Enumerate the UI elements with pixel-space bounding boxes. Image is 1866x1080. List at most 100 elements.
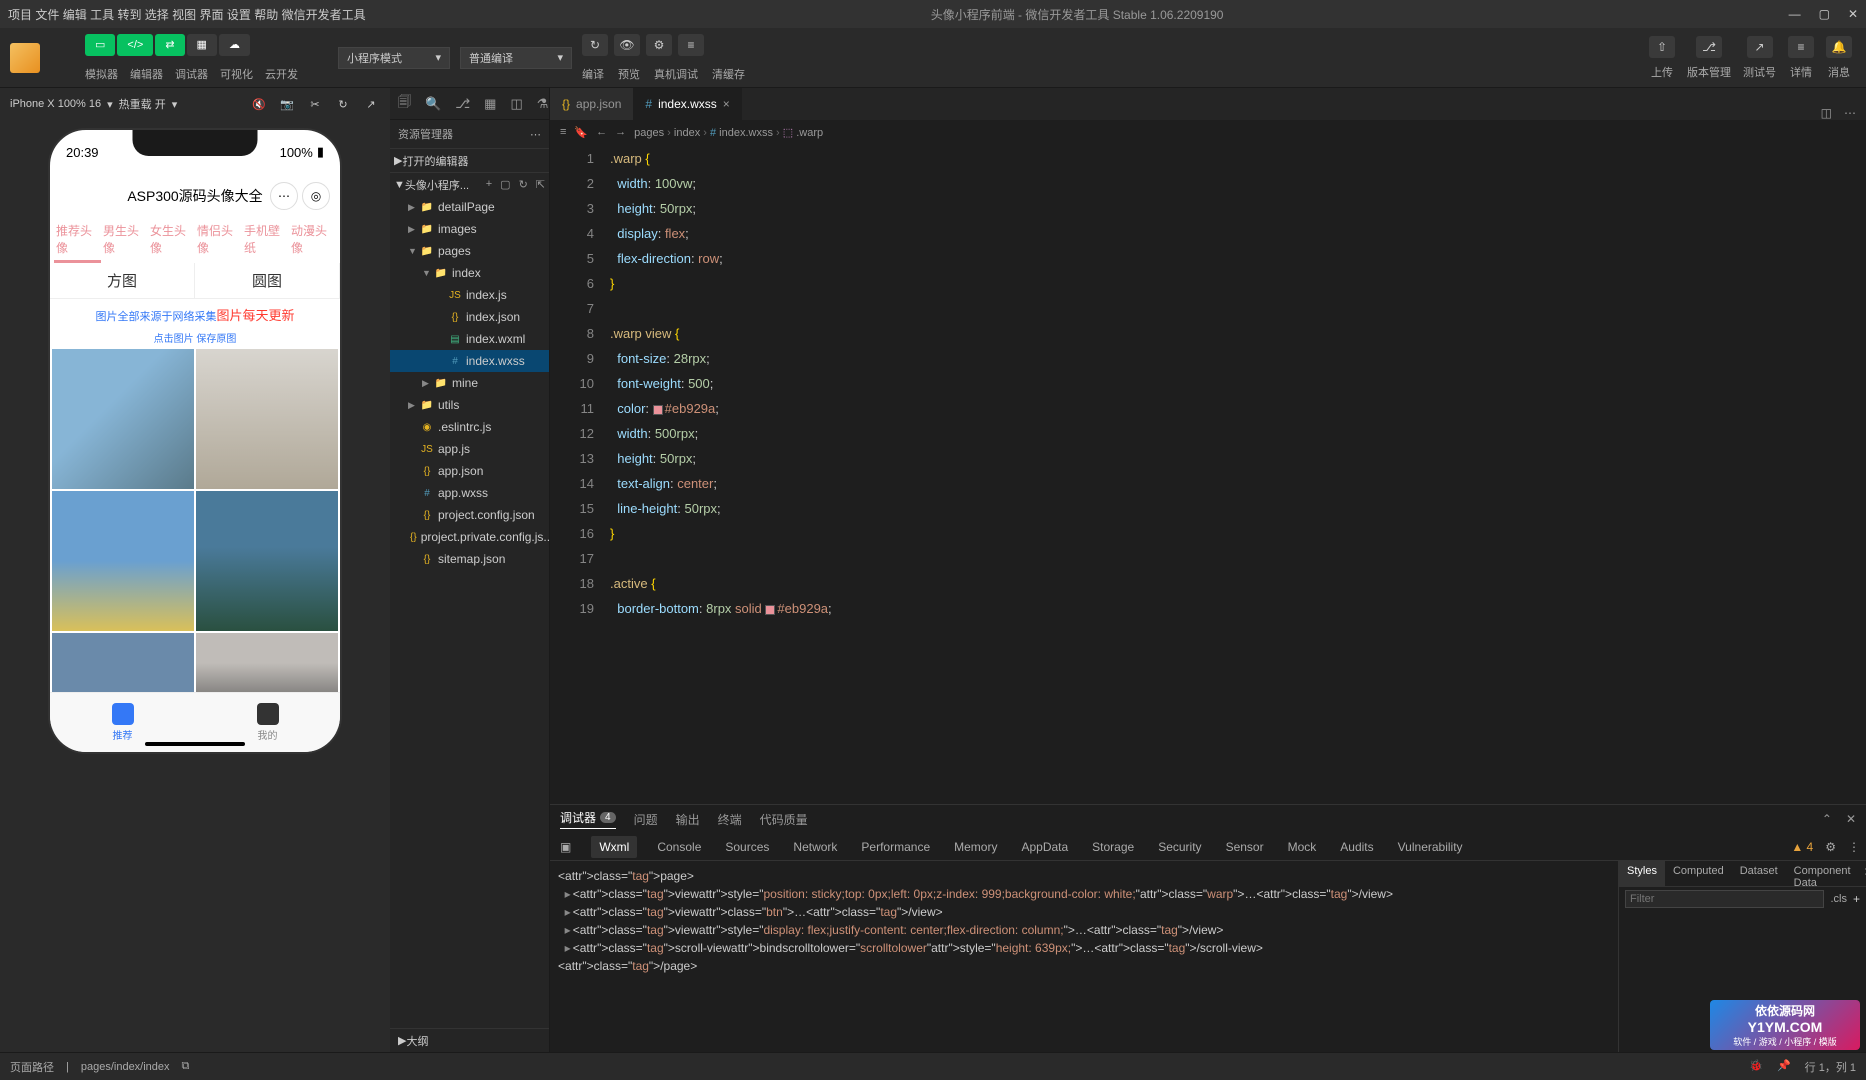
minimize-icon[interactable]: — — [1789, 7, 1801, 21]
panel-up-icon[interactable]: ⌃ — [1822, 812, 1832, 826]
panel-close-icon[interactable]: ✕ — [1846, 812, 1856, 826]
category-tab[interactable]: 女生头像 — [148, 218, 195, 263]
file-tree-node[interactable]: ▶📁utils — [390, 394, 549, 416]
open-editors-header[interactable]: ▶打开的编辑器 — [390, 148, 549, 172]
collapse-icon[interactable]: ⇱ — [536, 178, 545, 191]
devtools-more-icon[interactable]: ⋮ — [1848, 840, 1860, 854]
shape-tab-square[interactable]: 方图 — [50, 263, 195, 298]
file-tree-node[interactable]: {}project.private.config.js... — [390, 526, 549, 548]
devtools-tab[interactable]: Memory — [950, 836, 1001, 858]
mute-icon[interactable]: 🔇 — [250, 95, 268, 113]
add-style-icon[interactable]: + — [1853, 892, 1860, 906]
upload-button[interactable]: ⇧ — [1649, 36, 1675, 58]
cls-toggle[interactable]: .cls — [1830, 893, 1847, 905]
devtools-tab[interactable]: Sensor — [1222, 836, 1268, 858]
debug-tab[interactable]: 终端 — [718, 811, 742, 828]
file-tree-node[interactable]: ▶📁detailPage — [390, 196, 549, 218]
capsule-close-icon[interactable]: ◎ — [302, 182, 330, 210]
styles-tab[interactable]: Component Data — [1786, 861, 1859, 886]
debug-tab[interactable]: 代码质量 — [760, 811, 808, 828]
styles-filter-input[interactable] — [1625, 890, 1824, 908]
shape-tab-circle[interactable]: 圆图 — [195, 263, 340, 298]
code-content[interactable]: .warp { width: 100vw; height: 50rpx; dis… — [610, 144, 1866, 804]
menu-item[interactable]: 帮助 — [254, 8, 278, 22]
menu-item[interactable]: 项目 — [8, 8, 32, 22]
messages-button[interactable]: 🔔 — [1826, 36, 1852, 58]
file-tree-node[interactable]: #app.wxss — [390, 482, 549, 504]
debug-tab[interactable]: 输出 — [676, 811, 700, 828]
extensions-icon[interactable]: ▦ — [484, 96, 496, 112]
styles-more-icon[interactable]: ≫ — [1859, 861, 1866, 886]
devtools-tab[interactable]: Console — [653, 836, 705, 858]
editor-tab[interactable]: {}app.json — [550, 88, 633, 120]
cursor-position[interactable]: 行 1，列 1 — [1805, 1059, 1856, 1075]
version-manage-button[interactable]: ⎇ — [1696, 36, 1722, 58]
branch-icon[interactable]: ⎇ — [455, 96, 470, 112]
compile-select[interactable]: 普通编译▾ — [460, 47, 572, 69]
rotate-icon[interactable]: ↻ — [334, 95, 352, 113]
category-tab[interactable]: 手机壁纸 — [242, 218, 289, 263]
outline-header[interactable]: ▶大纲 — [390, 1028, 549, 1052]
menu-item[interactable]: 编辑 — [63, 8, 87, 22]
menu-item[interactable]: 设置 — [227, 8, 251, 22]
devtools-tab[interactable]: Wxml — [591, 836, 637, 858]
devtools-tab[interactable]: Performance — [857, 836, 934, 858]
menu-item[interactable]: 视图 — [172, 8, 196, 22]
debug-tab[interactable]: 问题 — [634, 811, 658, 828]
new-folder-icon[interactable]: ▢ — [500, 178, 510, 191]
devtools-tab[interactable]: AppData — [1017, 836, 1072, 858]
debugger-button[interactable]: ⇄ — [155, 34, 184, 56]
bookmark-icon[interactable]: 🔖 — [574, 126, 588, 139]
grid-image[interactable] — [52, 349, 194, 489]
visual-button[interactable]: ▦ — [187, 34, 217, 56]
file-tree-node[interactable]: ▶📁images — [390, 218, 549, 240]
menu-item[interactable]: 选择 — [145, 8, 169, 22]
devtools-settings-icon[interactable]: ⚙ — [1825, 840, 1836, 854]
phone-simulator[interactable]: 20:39 100% ▮ ASP300源码头像大全 ⋯ ◎ 推荐头像男生头像女生… — [48, 128, 342, 754]
file-tree-node[interactable]: #index.wxss — [390, 350, 549, 372]
test-icon[interactable]: ⚗ — [537, 96, 549, 112]
file-tree-node[interactable]: {}project.config.json — [390, 504, 549, 526]
details-button[interactable]: ≡ — [1788, 36, 1814, 58]
grid-image[interactable] — [196, 349, 338, 489]
pin-icon[interactable]: 📌 — [1777, 1059, 1791, 1075]
devtools-tab[interactable]: Network — [789, 836, 841, 858]
menu-item[interactable]: 界面 — [200, 8, 224, 22]
devtools-tab[interactable]: Storage — [1088, 836, 1138, 858]
preview-button[interactable]: 👁 — [614, 34, 640, 56]
copy-path-icon[interactable]: ⧉ — [182, 1060, 190, 1073]
simulator-button[interactable]: ▭ — [85, 34, 115, 56]
file-tree-node[interactable]: {}index.json — [390, 306, 549, 328]
hot-reload-toggle[interactable]: 热重载 开 — [119, 96, 166, 112]
grid-image[interactable] — [196, 491, 338, 631]
new-file-icon[interactable]: + — [486, 178, 492, 191]
maximize-icon[interactable]: ▢ — [1819, 7, 1830, 21]
cloud-dev-button[interactable]: ☁ — [219, 34, 250, 56]
capsule-more-icon[interactable]: ⋯ — [270, 182, 298, 210]
styles-tab[interactable]: Computed — [1665, 861, 1732, 886]
file-tree-node[interactable]: ▤index.wxml — [390, 328, 549, 350]
test-account-button[interactable]: ↗ — [1747, 36, 1773, 58]
grid-image[interactable] — [52, 491, 194, 631]
remote-debug-button[interactable]: ⚙ — [646, 34, 672, 56]
category-tab[interactable]: 动漫头像 — [289, 218, 336, 263]
wxml-tree[interactable]: <attr">class="tag">page> ▸<attr">class="… — [550, 861, 1618, 1052]
close-icon[interactable]: ✕ — [1848, 7, 1858, 21]
mode-select[interactable]: 小程序模式▾ — [338, 47, 450, 69]
close-tab-icon[interactable]: × — [723, 97, 730, 111]
fwd-icon[interactable]: → — [615, 126, 626, 138]
styles-tab[interactable]: Dataset — [1732, 861, 1786, 886]
refresh-tree-icon[interactable]: ↻ — [519, 178, 528, 191]
file-tree-node[interactable]: ◉.eslintrc.js — [390, 416, 549, 438]
clear-cache-button[interactable]: ≡ — [678, 34, 704, 56]
menu-item[interactable]: 工具 — [90, 8, 114, 22]
popout-icon[interactable]: ↗ — [362, 95, 380, 113]
file-tree-node[interactable]: JSapp.js — [390, 438, 549, 460]
editor-tab[interactable]: #index.wxss× — [633, 88, 741, 120]
warnings-count[interactable]: ▲ 4 — [1791, 840, 1813, 854]
list-icon[interactable]: ≡ — [560, 126, 566, 138]
more-icon[interactable]: ⋯ — [1844, 106, 1856, 120]
devtools-tab[interactable]: Sources — [721, 836, 773, 858]
file-tree-node[interactable]: ▶📁mine — [390, 372, 549, 394]
file-tree-node[interactable]: {}app.json — [390, 460, 549, 482]
